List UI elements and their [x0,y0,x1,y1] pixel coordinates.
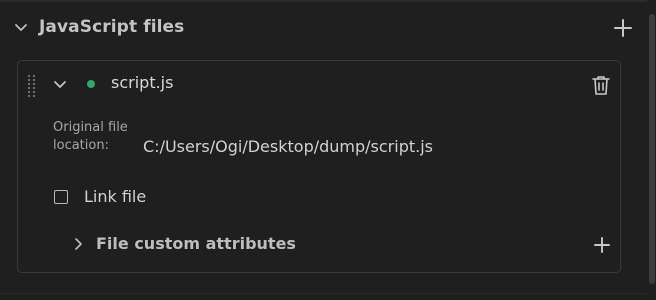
section-title: JavaScript files [39,17,185,37]
chevron-right-icon[interactable] [71,237,85,251]
scrollbar-thumb[interactable] [649,14,655,284]
file-name: script.js [111,73,174,92]
link-file-label[interactable]: Link file [84,187,146,206]
section-header[interactable]: JavaScript files [0,10,656,46]
file-custom-attributes-title[interactable]: File custom attributes [96,234,296,253]
bottom-divider [0,293,647,294]
trash-icon[interactable] [591,74,611,96]
status-dot [87,80,95,88]
original-location-label: Original file location: [53,120,128,153]
javascript-files-panel: JavaScript files script.js Original file… [0,0,656,300]
drag-handle-icon[interactable] [26,73,38,97]
chevron-down-icon[interactable] [12,19,30,37]
plus-icon[interactable] [612,17,634,39]
original-location-value: C:/Users/Ogi/Desktop/dump/script.js [143,137,433,156]
file-card: script.js Original file location: C:/Use… [17,60,621,273]
chevron-down-icon[interactable] [52,77,68,93]
top-divider [0,0,656,2]
plus-icon[interactable] [593,236,611,254]
link-file-checkbox[interactable] [54,190,68,204]
